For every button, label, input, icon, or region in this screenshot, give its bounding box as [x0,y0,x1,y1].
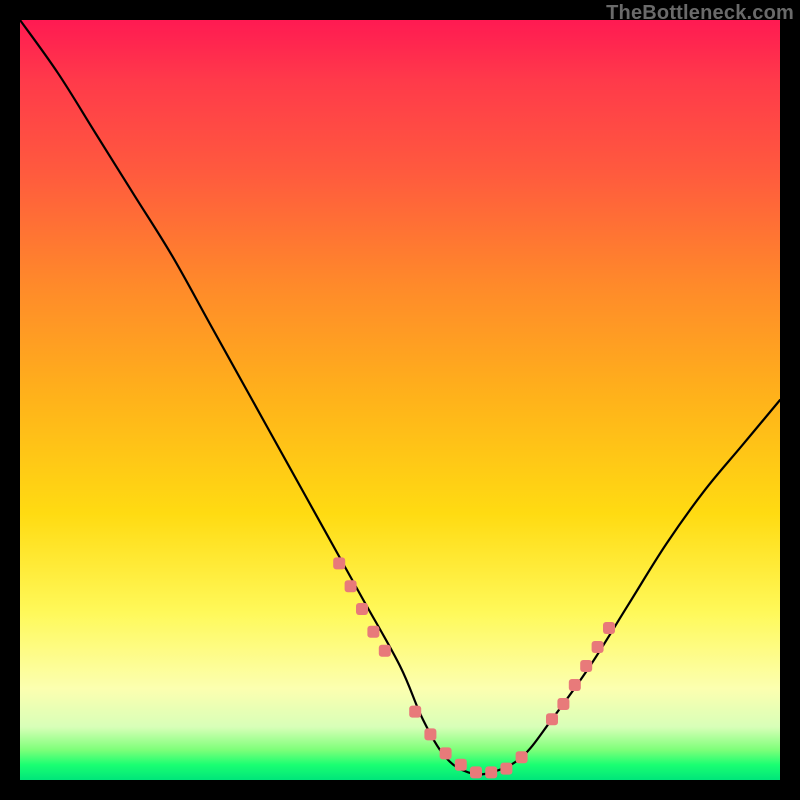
highlight-point [470,766,482,778]
highlight-point [500,763,512,775]
highlight-point [546,713,558,725]
highlight-point [440,747,452,759]
highlight-point [557,698,569,710]
chart-frame: TheBottleneck.com [0,0,800,800]
highlight-point [603,622,615,634]
highlight-point [379,645,391,657]
highlight-point [367,626,379,638]
bottleneck-curve [20,20,780,774]
highlight-point [409,706,421,718]
highlight-point [485,766,497,778]
highlight-points [333,557,615,778]
highlight-point [569,679,581,691]
highlight-point [580,660,592,672]
highlight-point [592,641,604,653]
highlight-point [356,603,368,615]
plot-area [20,20,780,780]
highlight-point [345,580,357,592]
highlight-point [424,728,436,740]
highlight-point [516,751,528,763]
highlight-point [333,557,345,569]
curve-layer [20,20,780,780]
highlight-point [455,759,467,771]
